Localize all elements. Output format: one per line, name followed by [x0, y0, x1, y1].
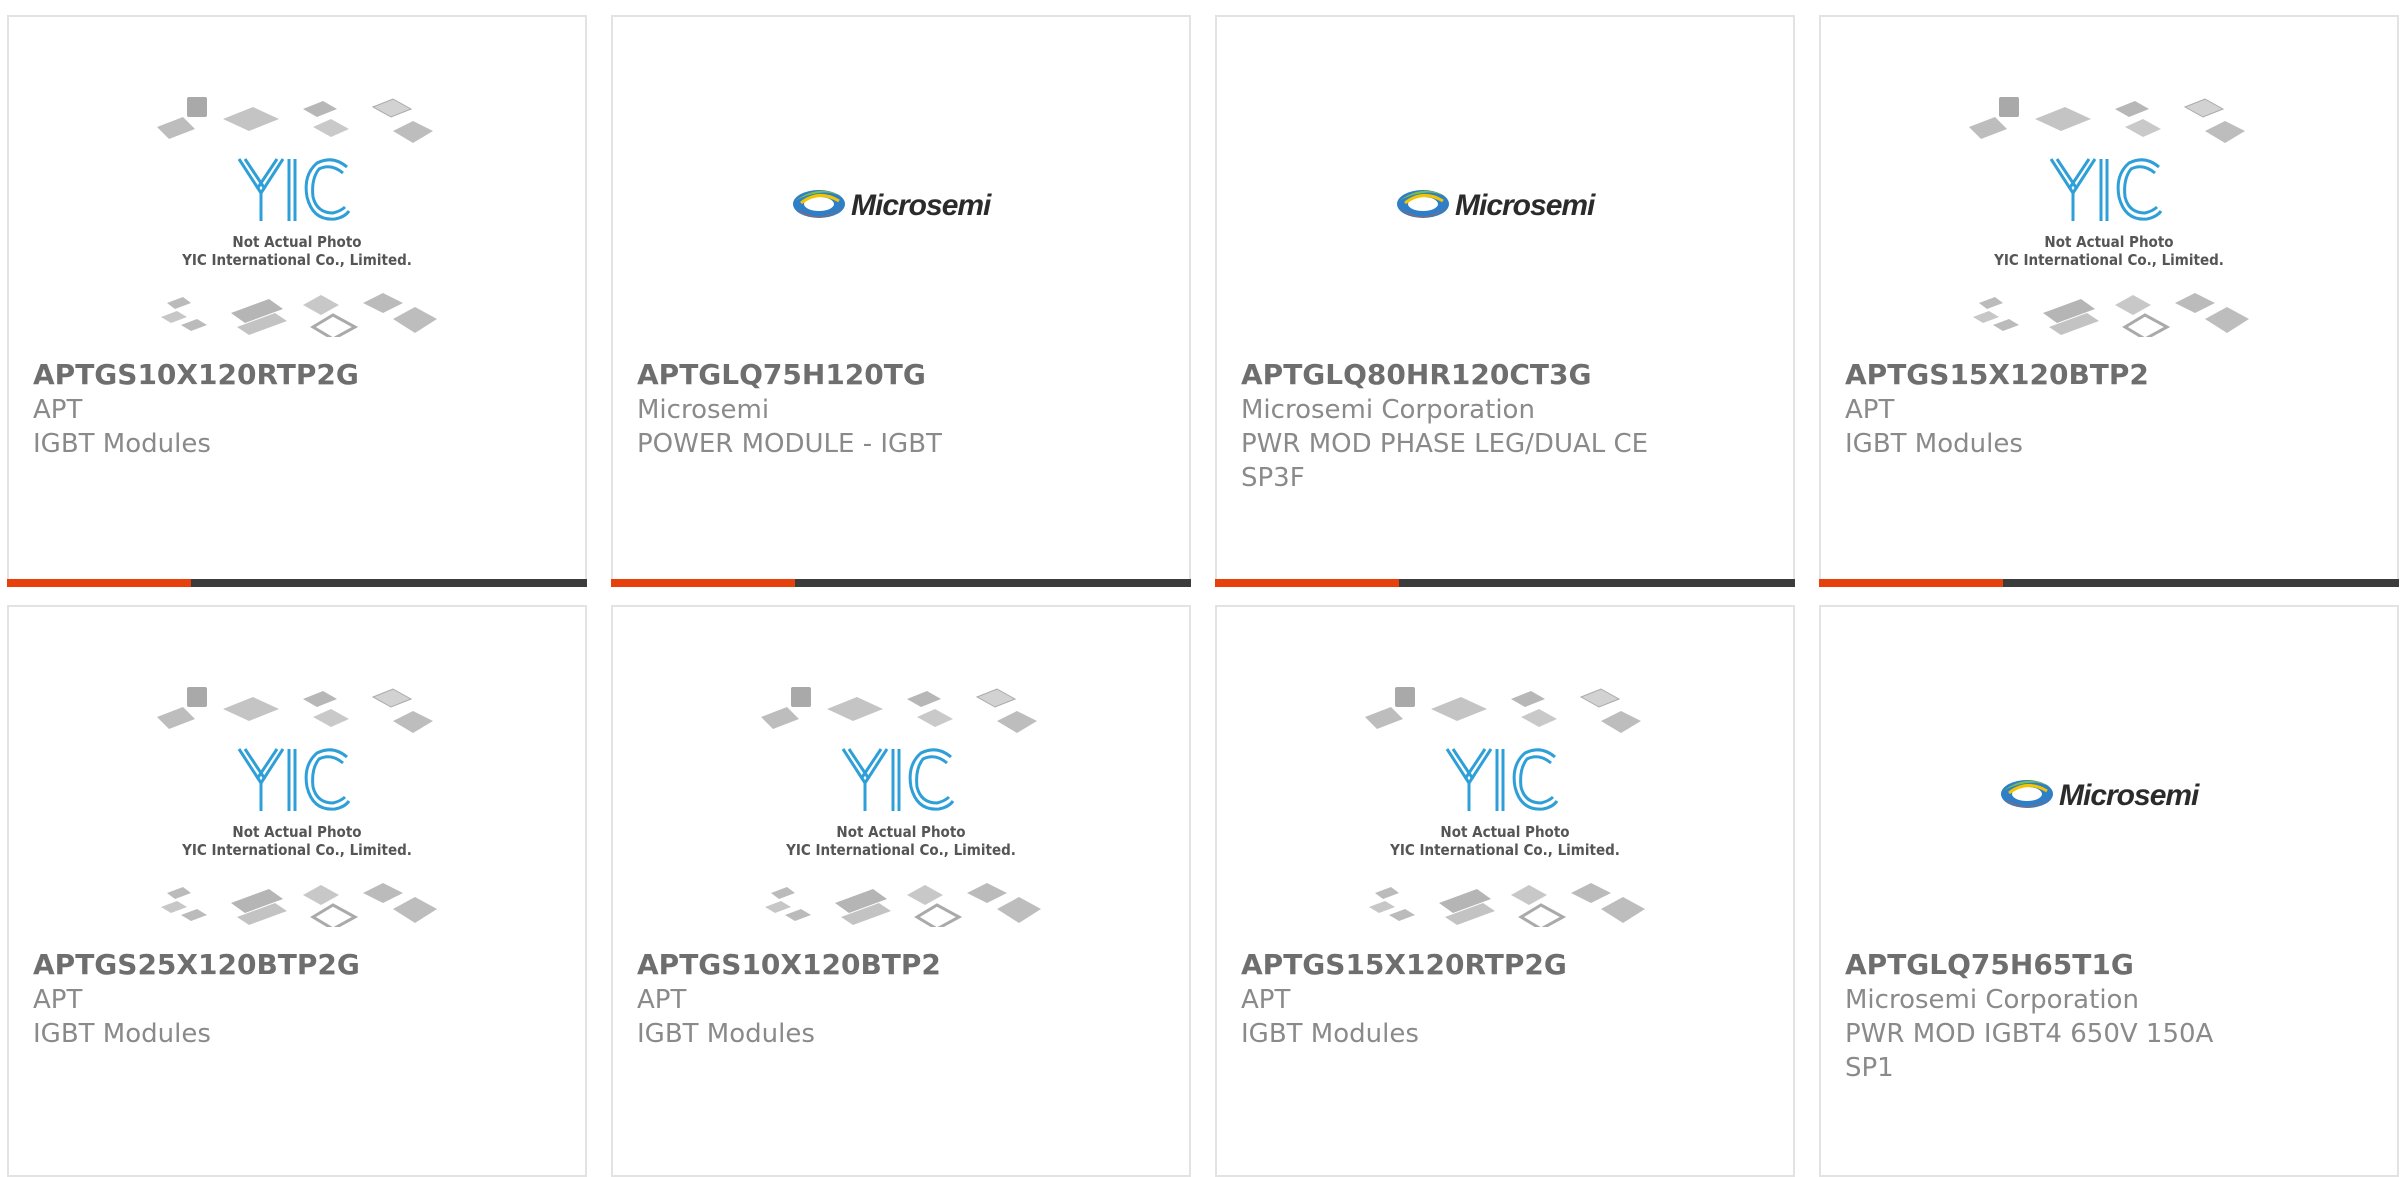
- product-image[interactable]: Not Actual Photo YIC International Co., …: [9, 687, 585, 937]
- yic-placeholder-image: Not Actual Photo YIC International Co., …: [157, 97, 437, 337]
- product-info: APTGS15X120BTP2 APT IGBT Modules: [1845, 357, 2373, 461]
- yic-placeholder-image: Not Actual Photo YIC International Co., …: [761, 687, 1041, 927]
- svg-text:Not Actual Photo: Not Actual Photo: [2044, 233, 2173, 251]
- part-number[interactable]: APTGS15X120RTP2G: [1241, 947, 1769, 983]
- product-card[interactable]: Not Actual Photo YIC International Co., …: [1215, 605, 1795, 1177]
- product-description: IGBT Modules: [637, 1019, 815, 1049]
- svg-text:YIC International Co., Limited: YIC International Co., Limited.: [181, 251, 412, 269]
- product-info: APTGS10X120RTP2G APT IGBT Modules: [33, 357, 561, 461]
- yic-placeholder-image: Not Actual Photo YIC International Co., …: [1365, 687, 1645, 927]
- part-number[interactable]: APTGS25X120BTP2G: [33, 947, 561, 983]
- card-bar-accent: [1819, 579, 2003, 587]
- svg-text:Microsemi: Microsemi: [2059, 779, 2200, 812]
- svg-text:Not Actual Photo: Not Actual Photo: [232, 823, 361, 841]
- card-bar-accent: [7, 579, 191, 587]
- product-card[interactable]: Not Actual Photo YIC International Co., …: [7, 605, 587, 1177]
- yic-placeholder-image: Not Actual Photo YIC International Co., …: [157, 687, 437, 927]
- product-description: IGBT Modules: [33, 1019, 211, 1049]
- product-image[interactable]: Microsemi: [613, 95, 1189, 355]
- part-number[interactable]: APTGLQ75H65T1G: [1845, 947, 2373, 983]
- product-description: IGBT Modules: [33, 429, 211, 459]
- product-card[interactable]: Microsemi APTGLQ80HR120CT3G Microsemi Co…: [1215, 15, 1795, 587]
- product-info: APTGS15X120RTP2G APT IGBT Modules: [1241, 947, 1769, 1051]
- card-bar-accent: [1215, 579, 1399, 587]
- product-description: IGBT Modules: [1845, 429, 2023, 459]
- svg-text:Not Actual Photo: Not Actual Photo: [1440, 823, 1569, 841]
- microsemi-logo-image: Microsemi: [1397, 189, 1597, 222]
- product-card[interactable]: Microsemi APTGLQ75H65T1G Microsemi Corpo…: [1819, 605, 2399, 1177]
- product-info: APTGLQ75H120TG Microsemi POWER MODULE - …: [637, 357, 1165, 461]
- product-image[interactable]: Microsemi: [1217, 95, 1793, 355]
- manufacturer: APT: [1845, 395, 1895, 425]
- card-bottom-bar: [7, 579, 587, 587]
- product-info: APTGS10X120BTP2 APT IGBT Modules: [637, 947, 1165, 1051]
- part-number[interactable]: APTGLQ75H120TG: [637, 357, 1165, 393]
- card-bottom-bar: [611, 579, 1191, 587]
- svg-text:Not Actual Photo: Not Actual Photo: [232, 233, 361, 251]
- svg-text:YIC International Co., Limited: YIC International Co., Limited.: [785, 841, 1016, 859]
- microsemi-logo-image: Microsemi: [2001, 779, 2201, 812]
- manufacturer: Microsemi Corporation: [1241, 395, 1535, 425]
- manufacturer: APT: [33, 985, 83, 1015]
- part-number[interactable]: APTGS10X120RTP2G: [33, 357, 561, 393]
- product-description: PWR MOD PHASE LEG/DUAL CE SP3F: [1241, 429, 1649, 493]
- product-image[interactable]: Not Actual Photo YIC International Co., …: [9, 97, 585, 347]
- svg-text:Microsemi: Microsemi: [1455, 189, 1596, 222]
- product-info: APTGS25X120BTP2G APT IGBT Modules: [33, 947, 561, 1051]
- microsemi-logo-image: Microsemi: [793, 189, 993, 222]
- product-card[interactable]: Microsemi APTGLQ75H120TG Microsemi POWER…: [611, 15, 1191, 587]
- product-description: PWR MOD IGBT4 650V 150A SP1: [1845, 1019, 2214, 1083]
- product-image[interactable]: Not Actual Photo YIC International Co., …: [1821, 97, 2397, 347]
- product-image[interactable]: Not Actual Photo YIC International Co., …: [1217, 687, 1793, 937]
- manufacturer: Microsemi Corporation: [1845, 985, 2139, 1015]
- part-number[interactable]: APTGLQ80HR120CT3G: [1241, 357, 1769, 393]
- manufacturer: APT: [1241, 985, 1291, 1015]
- product-info: APTGLQ75H65T1G Microsemi Corporation PWR…: [1845, 947, 2373, 1085]
- part-number[interactable]: APTGS15X120BTP2: [1845, 357, 2373, 393]
- svg-text:YIC International Co., Limited: YIC International Co., Limited.: [1389, 841, 1620, 859]
- card-bar-accent: [611, 579, 795, 587]
- yic-placeholder-image: Not Actual Photo YIC International Co., …: [1969, 97, 2249, 337]
- card-bottom-bar: [1819, 579, 2399, 587]
- part-number[interactable]: APTGS10X120BTP2: [637, 947, 1165, 983]
- manufacturer: APT: [33, 395, 83, 425]
- manufacturer: APT: [637, 985, 687, 1015]
- product-card[interactable]: Not Actual Photo YIC International Co., …: [7, 15, 587, 587]
- product-card[interactable]: Not Actual Photo YIC International Co., …: [611, 605, 1191, 1177]
- product-description: IGBT Modules: [1241, 1019, 1419, 1049]
- product-image[interactable]: Not Actual Photo YIC International Co., …: [613, 687, 1189, 937]
- product-image[interactable]: Microsemi: [1821, 685, 2397, 945]
- product-info: APTGLQ80HR120CT3G Microsemi Corporation …: [1241, 357, 1769, 495]
- product-description: POWER MODULE - IGBT: [637, 429, 942, 459]
- svg-text:YIC International Co., Limited: YIC International Co., Limited.: [181, 841, 412, 859]
- product-card[interactable]: Not Actual Photo YIC International Co., …: [1819, 15, 2399, 587]
- svg-text:Not Actual Photo: Not Actual Photo: [836, 823, 965, 841]
- manufacturer: Microsemi: [637, 395, 770, 425]
- svg-text:YIC International Co., Limited: YIC International Co., Limited.: [1993, 251, 2224, 269]
- card-bottom-bar: [1215, 579, 1795, 587]
- product-grid: Not Actual Photo YIC International Co., …: [7, 15, 2399, 1177]
- svg-text:Microsemi: Microsemi: [851, 189, 992, 222]
